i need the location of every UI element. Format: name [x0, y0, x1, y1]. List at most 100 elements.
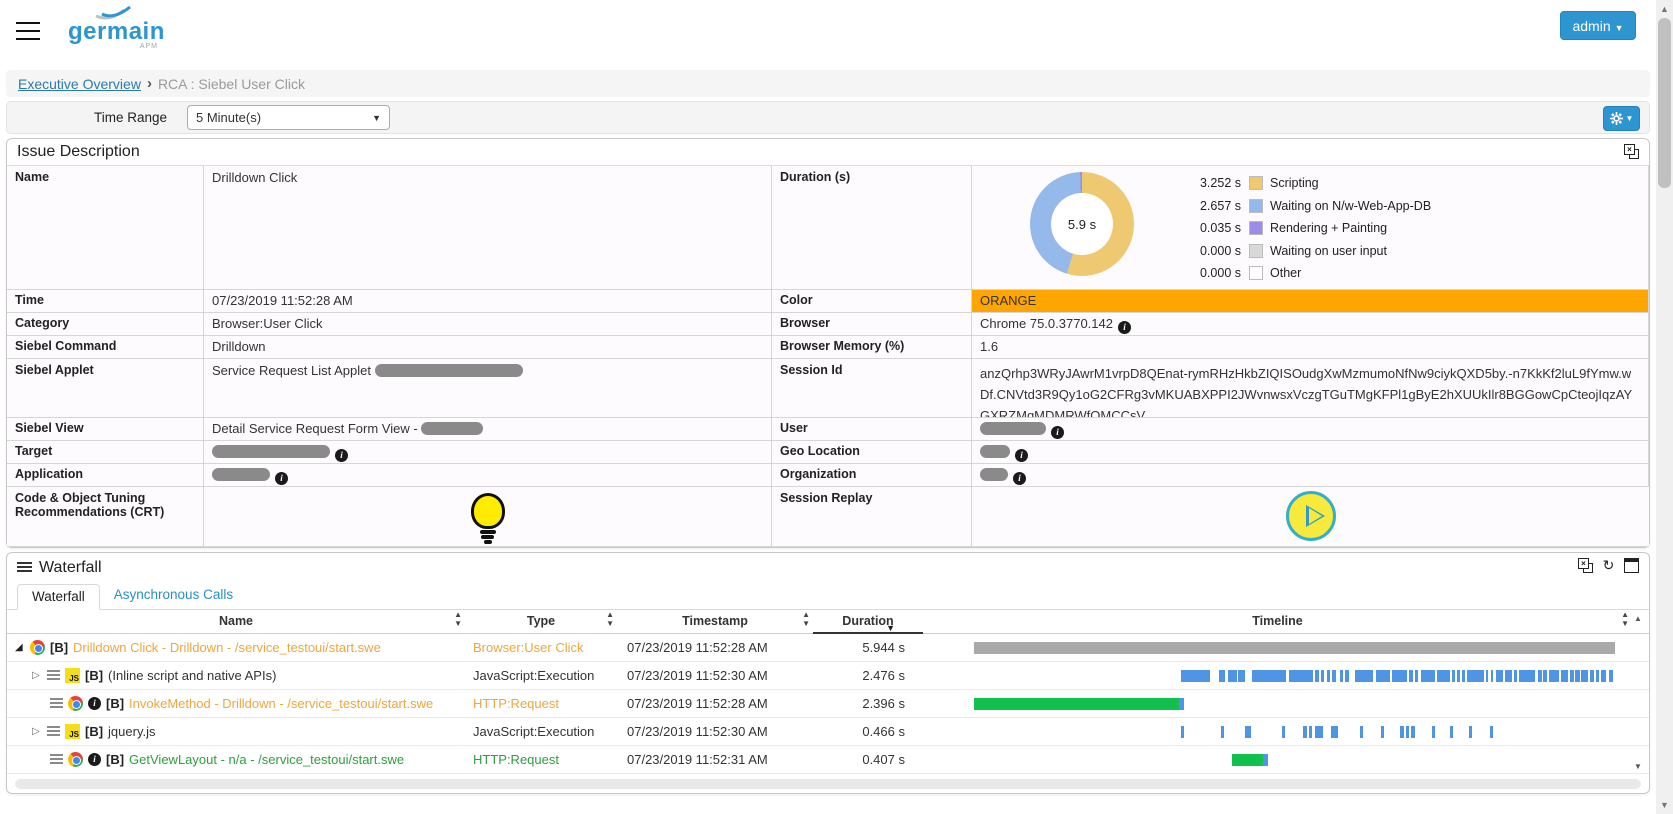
- expand-caret-icon[interactable]: ▷: [32, 670, 42, 681]
- info-icon[interactable]: i: [335, 449, 348, 462]
- admin-menu-button[interactable]: admin▼: [1560, 11, 1636, 40]
- name-value: Drilldown Click: [204, 166, 772, 290]
- timeline-bar[interactable]: [927, 669, 1628, 683]
- scrollbar-thumb[interactable]: [1658, 18, 1671, 188]
- scroll-down-icon[interactable]: ▼: [1634, 762, 1642, 771]
- legend-item: 2.657 s Waiting on N/w-Web-App-DB: [1189, 195, 1431, 218]
- duration-chart-cell: 5.9 s 3.252 s Scripting 2.657 s Waiting …: [972, 166, 1649, 290]
- waterfall-table-header: Name▲▼ Type▲▼ Timestamp▲▼ Duration▼ Time…: [7, 610, 1649, 634]
- scroll-up-icon[interactable]: ▲: [1634, 614, 1642, 623]
- page-scrollbar[interactable]: ▲ ▼: [1656, 0, 1673, 814]
- expand-caret-icon[interactable]: ▷: [32, 726, 42, 737]
- info-icon[interactable]: i: [88, 753, 101, 766]
- browser-memory-label: Browser Memory (%): [772, 336, 972, 359]
- sort-icon: ▲▼: [606, 610, 614, 628]
- browser-badge: [B]: [85, 668, 103, 683]
- color-value: ORANGE: [980, 293, 1036, 308]
- breadcrumb-current: RCA : Siebel User Click: [158, 76, 305, 92]
- call-name[interactable]: GetViewLayout - n/a - /service_testoui/s…: [129, 752, 404, 767]
- siebel-command-label: Siebel Command: [7, 336, 204, 359]
- user-label: User: [772, 418, 972, 441]
- expand-window-icon[interactable]: [1624, 558, 1639, 573]
- siebel-applet-value-cell: Service Request List Applet: [204, 359, 772, 418]
- application-label: Application: [7, 464, 204, 487]
- geo-location-value-cell: i: [972, 441, 1649, 464]
- waterfall-row[interactable]: ▷JS[B]jquery.js JavaScript:Execution 07/…: [7, 718, 1649, 746]
- issue-description-table: Name Drilldown Click Duration (s) 5.9 s …: [7, 166, 1649, 547]
- lightbulb-icon[interactable]: [467, 493, 509, 544]
- tab-asynchronous-calls[interactable]: Asynchronous Calls: [100, 583, 247, 609]
- scroll-down-icon[interactable]: ▼: [1656, 800, 1673, 810]
- call-timestamp: 07/23/2019 11:52:31 AM: [617, 752, 813, 767]
- organization-label: Organization: [772, 464, 972, 487]
- color-label: Color: [772, 290, 972, 313]
- info-icon[interactable]: i: [1015, 449, 1028, 462]
- waterfall-row[interactable]: ◢[B]Drilldown Click - Drilldown - /servi…: [7, 634, 1649, 662]
- redacted-value: [421, 422, 483, 435]
- siebel-view-value: Detail Service Request Form View -: [212, 421, 418, 436]
- sort-icon: ▲▼: [454, 610, 462, 628]
- tab-waterfall[interactable]: Waterfall: [17, 584, 100, 610]
- hamburger-menu-icon[interactable]: [16, 16, 40, 36]
- info-icon[interactable]: i: [88, 697, 101, 710]
- chrome-browser-icon: [30, 640, 45, 655]
- call-timestamp: 07/23/2019 11:52:28 AM: [617, 640, 813, 655]
- call-name[interactable]: (Inline script and native APIs): [108, 668, 276, 683]
- waterfall-row[interactable]: i[B]InvokeMethod - Drilldown - /service_…: [7, 690, 1649, 718]
- time-range-select[interactable]: 5 Minute(s) ▼: [187, 105, 390, 130]
- breadcrumb: Executive Overview › RCA : Siebel User C…: [6, 70, 1650, 97]
- target-label: Target: [7, 441, 204, 464]
- play-icon: [1306, 505, 1325, 527]
- list-icon: [47, 726, 60, 738]
- info-icon[interactable]: i: [1013, 472, 1026, 485]
- call-duration: 5.944 s: [813, 640, 923, 655]
- breadcrumb-link-executive-overview[interactable]: Executive Overview: [18, 76, 141, 92]
- refresh-icon[interactable]: ↻: [1601, 558, 1616, 573]
- column-header-type[interactable]: Type▲▼: [465, 610, 617, 634]
- duration-legend: 3.252 s Scripting 2.657 s Waiting on N/w…: [1189, 172, 1431, 285]
- column-header-timestamp[interactable]: Timestamp▲▼: [617, 610, 813, 634]
- export-image-icon[interactable]: ×: [1624, 144, 1639, 159]
- info-icon[interactable]: i: [1051, 426, 1064, 439]
- call-name[interactable]: jquery.js: [108, 724, 155, 739]
- waterfall-row[interactable]: ▷JS[B](Inline script and native APIs) Ja…: [7, 662, 1649, 690]
- waterfall-bars-icon: [17, 562, 32, 574]
- session-replay-play-button[interactable]: [1286, 491, 1336, 541]
- timeline-bar[interactable]: [927, 641, 1628, 655]
- call-name[interactable]: Drilldown Click - Drilldown - /service_t…: [73, 640, 381, 655]
- info-icon[interactable]: i: [275, 472, 288, 485]
- collapse-caret-icon[interactable]: ◢: [15, 642, 25, 653]
- export-image-icon[interactable]: ×: [1578, 558, 1593, 573]
- column-header-duration[interactable]: Duration▼: [813, 610, 923, 634]
- issue-description-header: Issue Description ×: [7, 139, 1649, 166]
- legend-item: 0.035 s Rendering + Painting: [1189, 217, 1431, 240]
- timeline-bar[interactable]: [927, 725, 1628, 739]
- crt-label: Code & Object Tuning Recommendations (CR…: [7, 487, 204, 547]
- call-timestamp: 07/23/2019 11:52:28 AM: [617, 696, 813, 711]
- call-name[interactable]: InvokeMethod - Drilldown - /service_test…: [129, 696, 433, 711]
- timeline-bar[interactable]: [927, 753, 1628, 767]
- horizontal-scrollbar[interactable]: [15, 779, 1641, 789]
- table-scrollbar[interactable]: ▲: [1632, 610, 1649, 634]
- scroll-up-icon[interactable]: ▲: [1656, 4, 1673, 14]
- timeline-bar[interactable]: [927, 697, 1628, 711]
- browser-label: Browser: [772, 313, 972, 336]
- column-header-name[interactable]: Name▲▼: [7, 610, 465, 634]
- chevron-down-icon: ▼: [372, 113, 381, 123]
- browser-badge: [B]: [85, 724, 103, 739]
- browser-value: Chrome 75.0.3770.142: [980, 316, 1113, 331]
- redacted-value: [375, 364, 523, 377]
- redacted-value: [212, 468, 270, 481]
- call-timestamp: 07/23/2019 11:52:30 AM: [617, 724, 813, 739]
- column-header-timeline[interactable]: Timeline▲▼: [923, 610, 1632, 634]
- info-icon[interactable]: i: [1118, 321, 1131, 334]
- sort-icon: ▲▼: [802, 610, 810, 628]
- redacted-value: [980, 468, 1008, 481]
- waterfall-panel: Waterfall × ↻ Waterfall Asynchronous Cal…: [6, 552, 1650, 794]
- organization-value-cell: i: [972, 464, 1649, 487]
- redacted-value: [212, 445, 330, 458]
- call-duration: 2.396 s: [813, 696, 923, 711]
- issue-description-title: Issue Description: [17, 143, 140, 161]
- waterfall-row[interactable]: i[B]GetViewLayout - n/a - /service_testo…: [7, 746, 1649, 774]
- settings-button[interactable]: ▼: [1603, 106, 1640, 131]
